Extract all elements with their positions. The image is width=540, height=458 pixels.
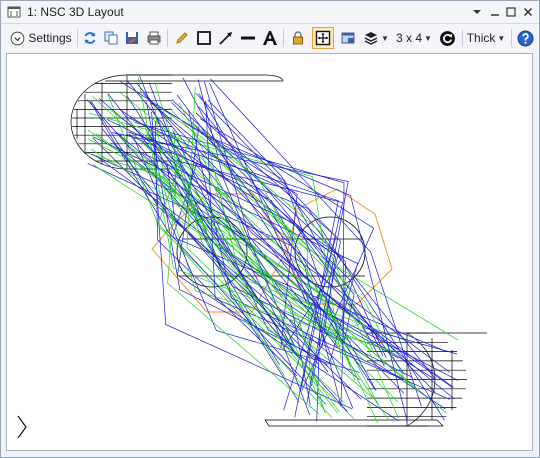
fit-view-icon	[315, 30, 331, 46]
minimize-icon[interactable]	[487, 4, 503, 20]
rectangle-icon	[197, 31, 211, 45]
maximize-icon[interactable]	[503, 4, 519, 20]
layout-viewport[interactable]	[6, 53, 533, 451]
rectangle-button[interactable]	[193, 27, 215, 49]
ray-path	[168, 107, 399, 419]
toolbar-separator	[462, 29, 463, 47]
chevron-down-icon: ▼	[424, 33, 432, 43]
chevron-down-circle-icon	[10, 31, 25, 45]
arrow-line-icon	[219, 32, 232, 45]
copy-icon	[104, 31, 118, 45]
line-button[interactable]	[237, 27, 259, 49]
help-button[interactable]	[514, 27, 536, 49]
line-icon	[241, 36, 255, 40]
upper-mirror-rim	[105, 74, 284, 82]
lock-button[interactable]	[287, 27, 309, 49]
layout-grid-label: 3 x 4	[396, 31, 423, 45]
chevron-down-icon: ▼	[497, 33, 506, 43]
text-icon	[263, 31, 277, 45]
ray-path	[86, 99, 446, 410]
pencil-icon	[176, 32, 188, 44]
ray-traces	[85, 76, 459, 424]
lower-mirror-rim	[264, 419, 444, 427]
ray-path	[156, 137, 355, 420]
close-icon[interactable]	[520, 4, 536, 20]
settings-button[interactable]: Settings	[7, 27, 75, 49]
layout-grid-dropdown[interactable]: 3 x 4 ▼	[395, 27, 433, 49]
thickness-dropdown[interactable]: Thick ▼	[466, 27, 506, 49]
copy-button[interactable]	[100, 27, 122, 49]
help-icon	[517, 30, 533, 46]
axis-indicator-icon	[17, 415, 27, 439]
refresh-button[interactable]	[79, 27, 101, 49]
lock-icon	[293, 31, 303, 45]
pencil-button[interactable]	[171, 27, 193, 49]
save-icon	[126, 32, 138, 44]
save-button[interactable]	[121, 27, 143, 49]
toolbar-separator	[167, 29, 168, 47]
ray-path	[186, 117, 373, 351]
window-layout-icon	[7, 6, 21, 18]
refresh-icon	[84, 32, 96, 44]
text-button[interactable]	[259, 27, 281, 49]
lower-mirror	[264, 332, 487, 427]
nsc-3d-layout-window: 1: NSC 3D Layout Settings ▼ 3 x 4 ▼ Thic…	[0, 0, 540, 458]
toolbar: Settings ▼ 3 x 4 ▼ Thick ▼	[1, 24, 539, 52]
chevron-down-icon: ▼	[381, 33, 389, 43]
settings-label: Settings	[28, 31, 72, 45]
title-bar: 1: NSC 3D Layout	[1, 1, 539, 24]
window-button[interactable]	[337, 27, 359, 49]
rotate-button[interactable]	[436, 27, 458, 49]
ray-path	[151, 101, 380, 407]
nsc-3d-scene[interactable]	[7, 54, 532, 450]
ray-path	[195, 93, 341, 387]
ray-path	[210, 78, 422, 407]
window-icon	[341, 32, 355, 44]
toolbar-separator	[283, 29, 284, 47]
layers-dropdown[interactable]: ▼	[362, 27, 390, 49]
layers-icon	[364, 32, 378, 45]
rotate-icon	[439, 30, 455, 46]
toolbar-separator	[77, 29, 78, 47]
toolbar-separator	[511, 29, 512, 47]
dropdown-arrow-icon[interactable]	[469, 4, 485, 20]
print-button[interactable]	[143, 27, 165, 49]
ray-path	[182, 77, 376, 390]
ray-path	[155, 121, 297, 377]
ray-path	[87, 138, 420, 392]
arrow-line-button[interactable]	[215, 27, 237, 49]
ray-path	[209, 82, 459, 381]
window-title: 1: NSC 3D Layout	[27, 5, 124, 19]
fit-view-button[interactable]	[312, 27, 334, 49]
thickness-label: Thick	[466, 31, 496, 45]
print-icon	[147, 31, 161, 45]
